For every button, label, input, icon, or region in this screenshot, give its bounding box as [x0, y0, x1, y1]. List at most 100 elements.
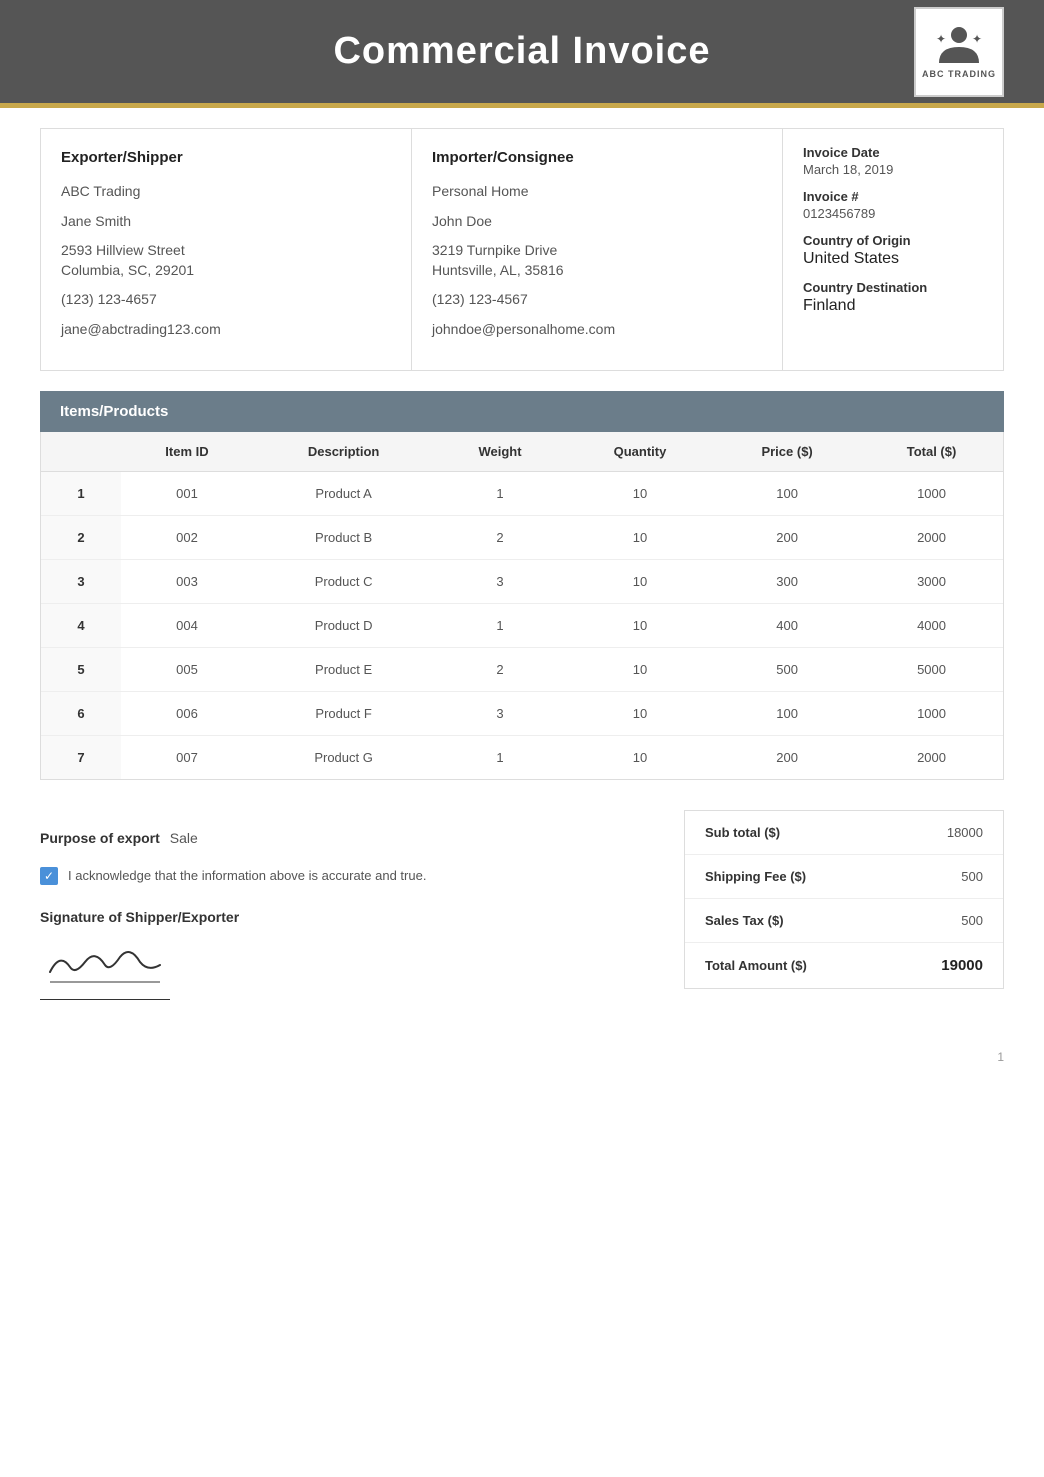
row-weight: 3	[434, 559, 566, 603]
invoice-number-value: 0123456789	[803, 206, 983, 221]
items-section: Items/Products Item ID Description Weigh…	[40, 391, 1004, 780]
row-item-id: 006	[121, 691, 253, 735]
row-item-id: 004	[121, 603, 253, 647]
row-weight: 1	[434, 603, 566, 647]
items-section-header: Items/Products	[40, 391, 1004, 432]
invoice-date-value: March 18, 2019	[803, 162, 983, 177]
country-destination-value: Finland	[803, 297, 983, 315]
row-description: Product C	[253, 559, 434, 603]
table-row: 2 002 Product B 2 10 200 2000	[41, 515, 1003, 559]
page-number: 1	[0, 1040, 1044, 1074]
country-origin-value: United States	[803, 250, 983, 268]
exporter-address: 2593 Hillview Street Columbia, SC, 29201	[61, 241, 391, 280]
exporter-phone: (123) 123-4657	[61, 290, 391, 310]
grand-total-row: Total Amount ($) 19000	[685, 943, 1003, 988]
col-num	[41, 432, 121, 472]
items-table-wrapper: Item ID Description Weight Quantity Pric…	[40, 432, 1004, 780]
row-weight: 3	[434, 691, 566, 735]
row-total: 1000	[860, 691, 1003, 735]
page-header: Commercial Invoice ✦ ✦ ABC TRADING	[0, 0, 1044, 103]
subtotal-row: Sub total ($) 18000	[685, 811, 1003, 855]
exporter-company: ABC Trading	[61, 182, 391, 202]
row-item-id: 002	[121, 515, 253, 559]
row-item-id: 001	[121, 471, 253, 515]
items-table: Item ID Description Weight Quantity Pric…	[41, 432, 1003, 779]
col-price: Price ($)	[714, 432, 860, 472]
grand-total-label: Total Amount ($)	[705, 958, 807, 973]
row-total: 3000	[860, 559, 1003, 603]
grand-total-value: 19000	[941, 957, 983, 974]
signature-label: Signature of Shipper/Exporter	[40, 909, 654, 925]
purpose-row: Purpose of export Sale	[40, 830, 654, 846]
bottom-section: Purpose of export Sale I acknowledge tha…	[40, 810, 1004, 1021]
subtotal-label: Sub total ($)	[705, 825, 780, 840]
tax-row: Sales Tax ($) 500	[685, 899, 1003, 943]
acknowledge-checkbox[interactable]	[40, 867, 58, 885]
shipping-row: Shipping Fee ($) 500	[685, 855, 1003, 899]
col-quantity: Quantity	[566, 432, 714, 472]
col-description: Description	[253, 432, 434, 472]
importer-address: 3219 Turnpike Drive Huntsville, AL, 3581…	[432, 241, 762, 280]
row-weight: 1	[434, 471, 566, 515]
row-total: 5000	[860, 647, 1003, 691]
row-total: 2000	[860, 735, 1003, 779]
subtotal-value: 18000	[947, 825, 983, 840]
tax-value: 500	[961, 913, 983, 928]
exporter-email: jane@abctrading123.com	[61, 320, 391, 340]
logo-text: ABC TRADING	[922, 69, 996, 79]
shipping-label: Shipping Fee ($)	[705, 869, 806, 884]
row-item-id: 003	[121, 559, 253, 603]
row-description: Product E	[253, 647, 434, 691]
row-weight: 1	[434, 735, 566, 779]
row-description: Product D	[253, 603, 434, 647]
col-item-id: Item ID	[121, 432, 253, 472]
acknowledge-text: I acknowledge that the information above…	[68, 866, 426, 886]
row-item-id: 007	[121, 735, 253, 779]
acknowledge-row: I acknowledge that the information above…	[40, 866, 654, 886]
logo-icon: ✦ ✦	[934, 25, 984, 65]
table-header-row: Item ID Description Weight Quantity Pric…	[41, 432, 1003, 472]
col-weight: Weight	[434, 432, 566, 472]
row-price: 100	[714, 691, 860, 735]
row-num: 5	[41, 647, 121, 691]
top-info-section: Exporter/Shipper ABC Trading Jane Smith …	[40, 128, 1004, 371]
row-weight: 2	[434, 515, 566, 559]
importer-company: Personal Home	[432, 182, 762, 202]
row-quantity: 10	[566, 647, 714, 691]
signature-area	[40, 937, 190, 1000]
row-num: 4	[41, 603, 121, 647]
exporter-section: Exporter/Shipper ABC Trading Jane Smith …	[41, 129, 412, 370]
row-num: 6	[41, 691, 121, 735]
row-num: 3	[41, 559, 121, 603]
row-quantity: 10	[566, 515, 714, 559]
row-description: Product G	[253, 735, 434, 779]
col-total: Total ($)	[860, 432, 1003, 472]
totals-box: Sub total ($) 18000 Shipping Fee ($) 500…	[684, 810, 1004, 989]
row-price: 300	[714, 559, 860, 603]
table-row: 7 007 Product G 1 10 200 2000	[41, 735, 1003, 779]
svg-text:✦: ✦	[936, 32, 946, 46]
purpose-label: Purpose of export	[40, 830, 160, 846]
table-row: 5 005 Product E 2 10 500 5000	[41, 647, 1003, 691]
row-description: Product B	[253, 515, 434, 559]
row-weight: 2	[434, 647, 566, 691]
signature-image	[40, 937, 170, 1000]
invoice-number-label: Invoice #	[803, 189, 983, 204]
row-total: 1000	[860, 471, 1003, 515]
row-price: 400	[714, 603, 860, 647]
row-price: 100	[714, 471, 860, 515]
exporter-header: Exporter/Shipper	[61, 149, 391, 166]
row-quantity: 10	[566, 691, 714, 735]
importer-phone: (123) 123-4567	[432, 290, 762, 310]
invoice-date-label: Invoice Date	[803, 145, 983, 160]
row-quantity: 10	[566, 735, 714, 779]
row-price: 200	[714, 515, 860, 559]
row-num: 2	[41, 515, 121, 559]
row-description: Product A	[253, 471, 434, 515]
signature-svg	[40, 937, 170, 987]
company-logo: ✦ ✦ ABC TRADING	[914, 7, 1004, 97]
row-num: 7	[41, 735, 121, 779]
country-origin-label: Country of Origin	[803, 233, 983, 248]
importer-header: Importer/Consignee	[432, 149, 762, 166]
row-price: 200	[714, 735, 860, 779]
